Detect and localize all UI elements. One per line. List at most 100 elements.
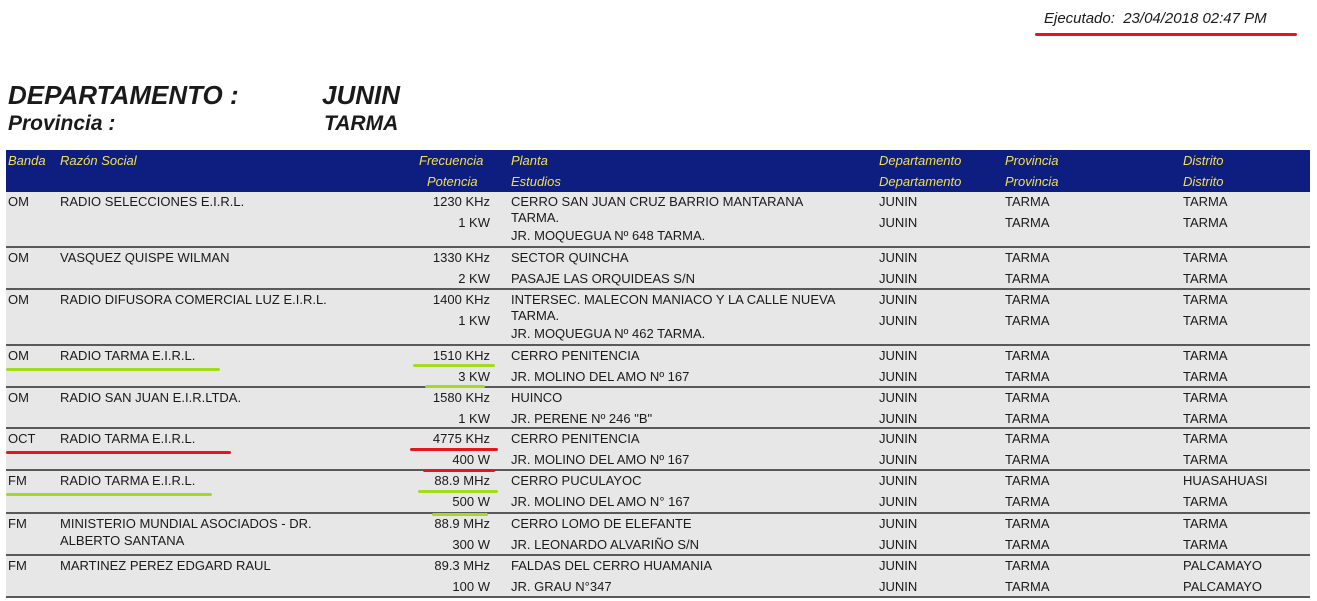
estudios-cell: JR. MOLINO DEL AMO N° 167	[511, 494, 690, 509]
col-frecuencia: Frecuencia	[419, 153, 484, 168]
banda-cell: OM	[8, 194, 29, 209]
provincia-cell-2: TARMA	[1005, 579, 1050, 594]
provincia-cell-2: TARMA	[1005, 537, 1050, 552]
razon-social-cell: RADIO TARMA E.I.R.L.	[60, 473, 196, 488]
departamento-cell-2: JUNIN	[879, 411, 918, 426]
stations-table: Banda Razón Social Frecuencia Potencia P…	[6, 150, 1310, 598]
planta-line2: TARMA.	[511, 308, 560, 323]
province-label: Provincia :	[8, 112, 116, 135]
potencia-highlight-3	[432, 513, 488, 516]
col-distrito: Distrito	[1183, 153, 1224, 168]
table-row: OM RADIO TARMA E.I.R.L. 1510 KHz 3 KW CERRO …	[6, 346, 1310, 388]
distrito-cell-2: TARMA	[1183, 271, 1228, 286]
distrito-cell-2: TARMA	[1183, 452, 1228, 467]
provincia-cell: TARMA	[1005, 516, 1050, 531]
razon-social-cell: MARTINEZ PEREZ EDGARD RAUL	[60, 558, 271, 573]
planta-cell: CERRO LOMO DE ELEFANTE	[511, 516, 692, 531]
banda-razon-highlight-3	[6, 493, 212, 496]
distrito-cell-2: TARMA	[1183, 411, 1228, 426]
frecuencia-cell: 88.9 MHz	[434, 516, 490, 531]
col-departamento-2: Departamento	[879, 174, 962, 189]
departamento-cell-2: JUNIN	[879, 494, 918, 509]
estudios-cell: JR. MOLINO DEL AMO Nº 167	[511, 452, 690, 467]
frecuencia-cell: 4775 KHz	[432, 431, 490, 446]
potencia-cell: 400 W	[452, 452, 490, 467]
provincia-cell: TARMA	[1005, 431, 1050, 446]
col-provincia: Provincia	[1005, 153, 1059, 168]
banda-cell: FM	[8, 516, 27, 531]
provincia-cell: TARMA	[1005, 194, 1050, 209]
estudios-cell: JR. LEONARDO ALVARIÑO S/N	[511, 537, 700, 552]
frecuencia-highlight-1	[413, 364, 495, 367]
table-row: OM VASQUEZ QUISPE WILMAN 1330 KHz 2 KW SECTO…	[6, 248, 1310, 290]
potencia-cell: 300 W	[452, 537, 490, 552]
distrito-cell: TARMA	[1183, 348, 1228, 363]
provincia-cell: TARMA	[1005, 292, 1050, 307]
executed-timestamp: Ejecutado: 23/04/2018 02:47 PM	[1044, 10, 1267, 27]
provincia-cell: TARMA	[1005, 473, 1050, 488]
distrito-cell: HUASAHUASI	[1183, 473, 1268, 488]
departamento-cell: JUNIN	[879, 292, 918, 307]
banda-cell: OCT	[8, 431, 36, 446]
col-planta: Planta	[511, 153, 548, 168]
table-row: OCT RADIO TARMA E.I.R.L. 4775 KHz 400 W CERR…	[6, 429, 1310, 471]
razon-social-cell: MINISTERIO MUNDIAL ASOCIADOS - DR.	[60, 516, 312, 531]
estudios-cell: PASAJE LAS ORQUIDEAS S/N	[511, 271, 695, 286]
col-departamento: Departamento	[879, 153, 962, 168]
department-value: JUNIN	[322, 80, 401, 110]
distrito-cell: TARMA	[1183, 516, 1228, 531]
razon-social-cell: RADIO SAN JUAN E.I.R.LTDA.	[60, 390, 242, 405]
table-row: OM RADIO SAN JUAN E.I.R.LTDA. 1580 KHz 1 KW…	[6, 388, 1310, 429]
razon-social-cell: RADIO TARMA E.I.R.L.	[60, 348, 196, 363]
col-distrito-2: Distrito	[1183, 174, 1224, 189]
banda-cell: FM	[8, 558, 27, 573]
planta-cell: CERRO SAN JUAN CRUZ BARRIO MANTARANA	[511, 194, 804, 209]
provincia-cell: TARMA	[1005, 250, 1050, 265]
province-value: TARMA	[324, 112, 399, 135]
banda-razon-highlight-1	[6, 368, 220, 371]
banda-razon-highlight-2	[6, 451, 231, 454]
col-provincia-2: Provincia	[1005, 174, 1059, 189]
planta-cell: HUINCO	[511, 390, 563, 405]
distrito-cell-2: TARMA	[1183, 369, 1228, 384]
banda-cell: OM	[8, 348, 29, 363]
provincia-cell: TARMA	[1005, 558, 1050, 573]
planta-cell: INTERSEC. MALECON MANIACO Y LA CALLE NUE…	[511, 292, 836, 307]
frecuencia-cell: 89.3 MHz	[434, 558, 490, 573]
razon-social-cell: VASQUEZ QUISPE WILMAN	[60, 250, 230, 265]
provincia-cell-2: TARMA	[1005, 452, 1050, 467]
provincia-cell-2: TARMA	[1005, 215, 1050, 230]
banda-cell: OM	[8, 390, 29, 405]
departamento-cell: JUNIN	[879, 431, 918, 446]
provincia-cell: TARMA	[1005, 390, 1050, 405]
potencia-cell: 1 KW	[458, 215, 490, 230]
potencia-cell: 1 KW	[458, 411, 490, 426]
planta-cell: CERRO PUCULAYOC	[511, 473, 642, 488]
distrito-cell: TARMA	[1183, 194, 1228, 209]
provincia-cell-2: TARMA	[1005, 271, 1050, 286]
planta-line2: TARMA.	[511, 210, 560, 225]
potencia-cell: 500 W	[452, 494, 490, 509]
frecuencia-highlight-2	[410, 448, 498, 451]
distrito-cell: PALCAMAYO	[1183, 558, 1262, 573]
frecuencia-highlight-3	[418, 490, 498, 493]
provincia-cell-2: TARMA	[1005, 313, 1050, 328]
provincia-cell: TARMA	[1005, 348, 1050, 363]
provincia-cell-2: TARMA	[1005, 369, 1050, 384]
razon-social-line2: ALBERTO SANTANA	[60, 533, 185, 548]
distrito-cell-2: TARMA	[1183, 313, 1228, 328]
departamento-cell: JUNIN	[879, 250, 918, 265]
razon-social-cell: RADIO TARMA E.I.R.L.	[60, 431, 196, 446]
departamento-cell: JUNIN	[879, 390, 918, 405]
col-razon-social: Razón Social	[60, 153, 137, 168]
departamento-cell-2: JUNIN	[879, 271, 918, 286]
departamento-cell: JUNIN	[879, 473, 918, 488]
departamento-cell-2: JUNIN	[879, 579, 918, 594]
departamento-cell-2: JUNIN	[879, 537, 918, 552]
departamento-cell-2: JUNIN	[879, 313, 918, 328]
planta-cell: CERRO PENITENCIA	[511, 348, 640, 363]
estudios-cell: JR. MOQUEGUA Nº 462 TARMA.	[511, 326, 706, 341]
planta-cell: CERRO PENITENCIA	[511, 431, 640, 446]
razon-social-cell: RADIO DIFUSORA COMERCIAL LUZ E.I.R.L.	[60, 292, 327, 307]
estudios-cell: JR. MOQUEGUA Nº 648 TARMA.	[511, 228, 706, 243]
